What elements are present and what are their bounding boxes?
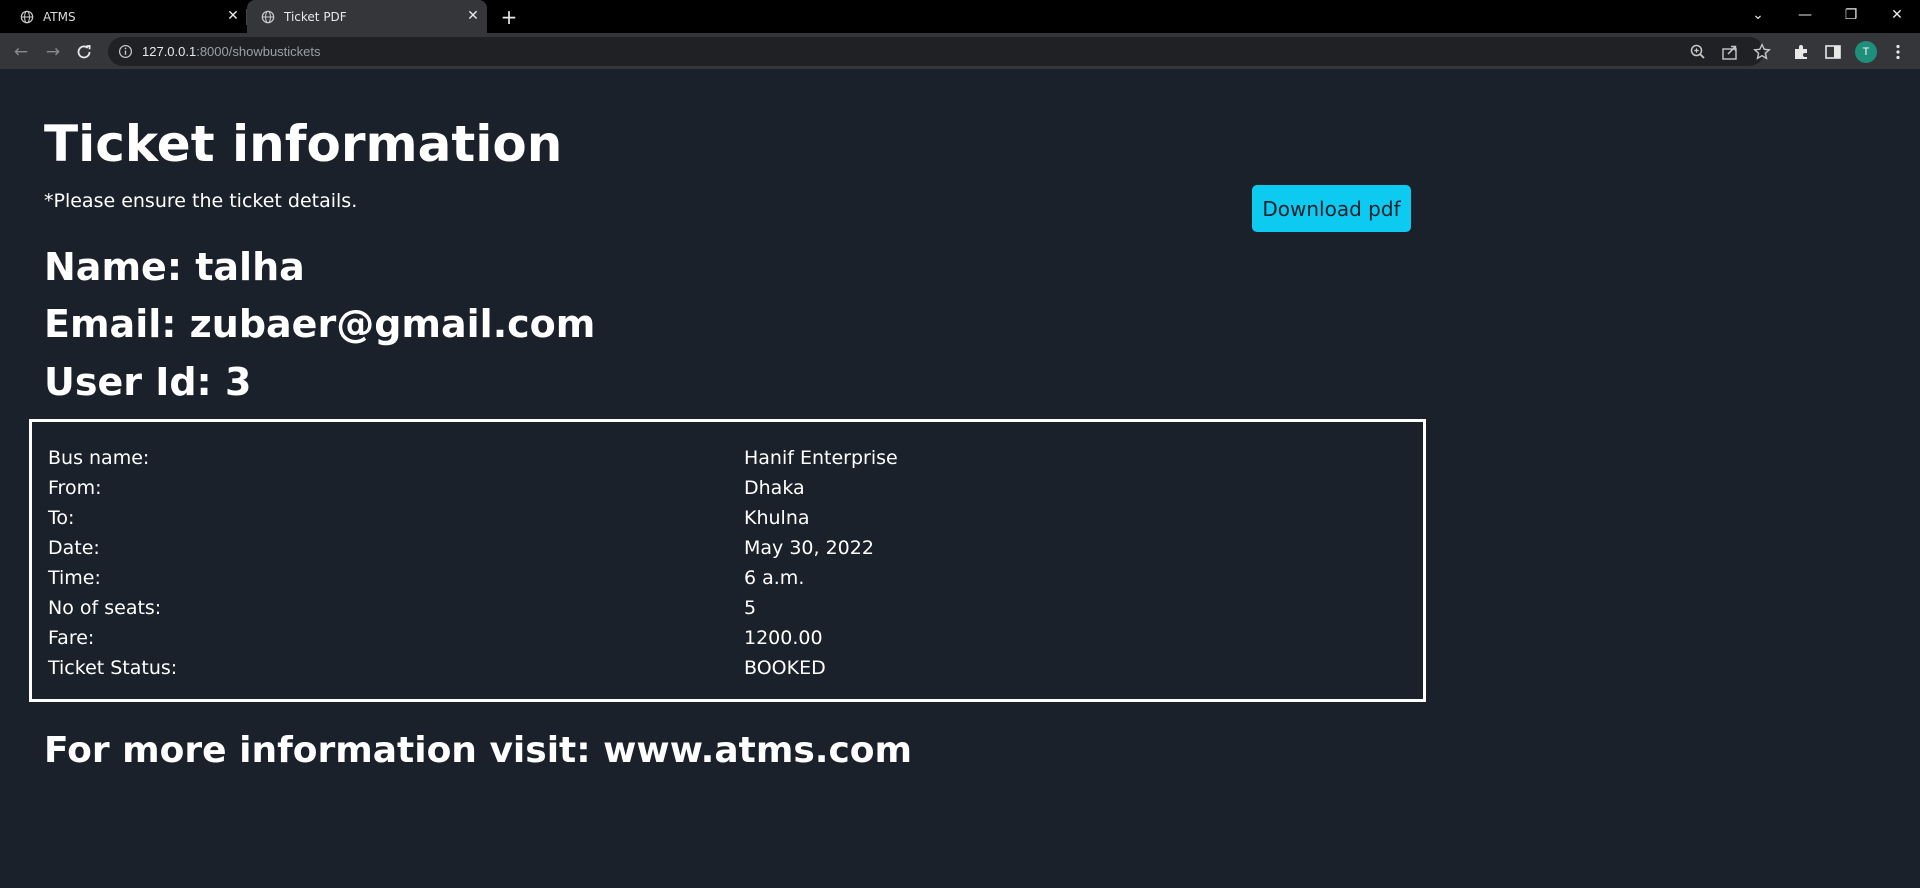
ticket-value: 5 <box>744 597 757 619</box>
globe-icon <box>261 10 275 23</box>
url-host: 127.0.0.1 <box>142 44 197 59</box>
page-title: Ticket information <box>44 115 563 173</box>
info-icon[interactable] <box>118 44 133 59</box>
tab-strip: ATMS ✕ Ticket PDF ✕ + ⌄ — ❐ ✕ <box>0 0 1920 33</box>
ticket-label: No of seats: <box>48 597 162 619</box>
ticket-row-from: From: Dhaka <box>48 477 1408 507</box>
ticket-value: 6 a.m. <box>744 567 805 589</box>
browser-toolbar: ← → 127.0.0.1:8000/showbustickets <box>0 33 1920 70</box>
minimize-icon[interactable]: — <box>1782 0 1828 30</box>
ticket-row-to: To: Khulna <box>48 507 1408 537</box>
ticket-value: BOOKED <box>744 657 826 679</box>
zoom-icon[interactable] <box>1688 42 1708 62</box>
ticket-label: Bus name: <box>48 447 150 469</box>
ticket-page: Ticket information *Please ensure the ti… <box>0 71 1920 888</box>
ticket-value: Hanif Enterprise <box>744 447 898 469</box>
ticket-label: To: <box>48 507 75 529</box>
restore-icon[interactable]: ❐ <box>1828 0 1874 30</box>
ticket-label: Time: <box>48 567 101 589</box>
download-pdf-button[interactable]: Download pdf <box>1252 185 1411 232</box>
ticket-value: Khulna <box>744 507 810 529</box>
address-bar[interactable]: 127.0.0.1:8000/showbustickets <box>108 37 1771 66</box>
footer-info: For more information visit: www.atms.com <box>44 730 913 771</box>
tab-title: ATMS <box>43 9 76 24</box>
close-tab-icon[interactable]: ✕ <box>225 8 241 24</box>
ticket-details-table: Bus name: Hanif Enterprise From: Dhaka T… <box>29 419 1426 702</box>
passenger-name: Name: talha <box>44 245 305 289</box>
ticket-label: Fare: <box>48 627 95 649</box>
share-icon[interactable] <box>1720 42 1740 62</box>
extensions-icon[interactable] <box>1791 42 1811 62</box>
ticket-row-bus-name: Bus name: Hanif Enterprise <box>48 447 1408 477</box>
new-tab-button[interactable]: + <box>498 6 520 28</box>
ticket-value: May 30, 2022 <box>744 537 874 559</box>
close-window-icon[interactable]: ✕ <box>1874 0 1920 30</box>
side-panel-icon[interactable] <box>1823 42 1843 62</box>
ticket-value: 1200.00 <box>744 627 823 649</box>
passenger-email: Email: zubaer@gmail.com <box>44 302 596 346</box>
profile-avatar[interactable]: T <box>1855 41 1877 63</box>
close-tab-icon[interactable]: ✕ <box>465 8 481 24</box>
ticket-row-status: Ticket Status: BOOKED <box>48 657 1408 687</box>
url-path: :8000/showbustickets <box>196 44 321 59</box>
tab-search-icon[interactable]: ⌄ <box>1735 0 1781 30</box>
tab-title: Ticket PDF <box>284 9 347 24</box>
ticket-row-date: Date: May 30, 2022 <box>48 537 1408 567</box>
ticket-row-fare: Fare: 1200.00 <box>48 627 1408 657</box>
forward-arrow-icon[interactable]: → <box>41 40 65 64</box>
passenger-user-id: User Id: 3 <box>44 360 252 404</box>
globe-icon <box>20 10 34 23</box>
tab-atms[interactable]: ATMS ✕ <box>0 0 247 33</box>
ticket-row-seats: No of seats: 5 <box>48 597 1408 627</box>
reload-icon[interactable] <box>74 42 94 62</box>
ticket-label: From: <box>48 477 102 499</box>
bookmark-star-icon[interactable] <box>1752 42 1772 62</box>
menu-kebab-icon[interactable] <box>1888 42 1908 62</box>
ticket-label: Ticket Status: <box>48 657 178 679</box>
ticket-row-time: Time: 6 a.m. <box>48 567 1408 597</box>
ticket-label: Date: <box>48 537 100 559</box>
ticket-value: Dhaka <box>744 477 805 499</box>
page-subtitle: *Please ensure the ticket details. <box>44 190 358 212</box>
tab-ticket-pdf[interactable]: Ticket PDF ✕ <box>247 0 487 33</box>
url-text: 127.0.0.1:8000/showbustickets <box>142 44 321 59</box>
back-arrow-icon[interactable]: ← <box>9 40 33 64</box>
